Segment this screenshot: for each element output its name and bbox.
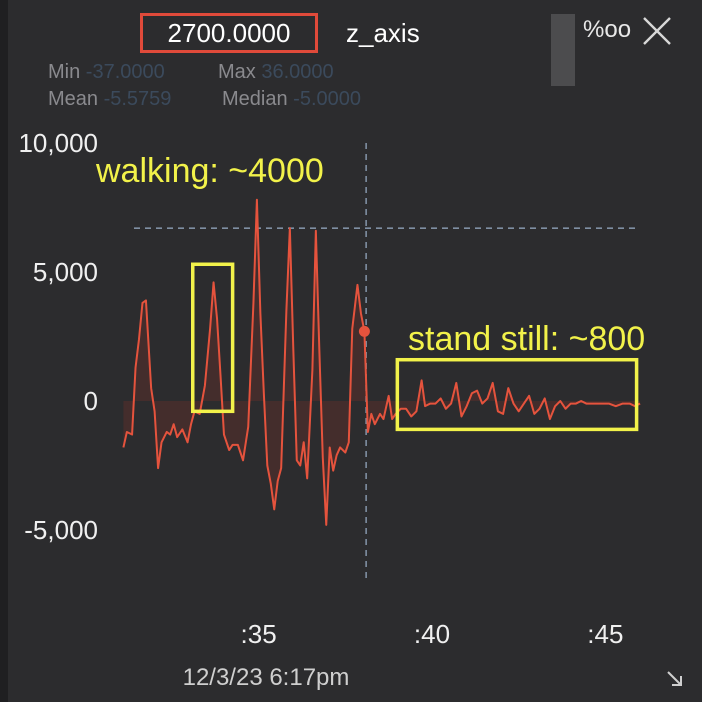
annotation-text: walking: ~4000: [95, 152, 324, 190]
hover-marker: [358, 325, 370, 337]
x-tick-label: :40: [414, 619, 450, 649]
x-tick-label: :35: [241, 619, 277, 649]
series-area: [123, 199, 641, 525]
x-tick-label: :45: [587, 619, 623, 649]
series-line: [122, 198, 641, 526]
y-tick-label: -5,000: [24, 515, 98, 545]
annotation-box: [395, 357, 639, 432]
y-tick-label: 0: [84, 386, 98, 416]
y-tick-label: 5,000: [33, 257, 98, 287]
annotation-text: stand still: ~800: [408, 320, 645, 358]
line-chart[interactable]: 10,000 5,000 0 -5,000 :35 :40 :45 12/3/23 6:17p…: [0, 0, 702, 702]
x-axis-label: 12/3/23 6:17pm: [183, 664, 350, 691]
y-tick-label: 10,000: [18, 128, 98, 158]
resize-corner-icon[interactable]: [664, 668, 686, 690]
